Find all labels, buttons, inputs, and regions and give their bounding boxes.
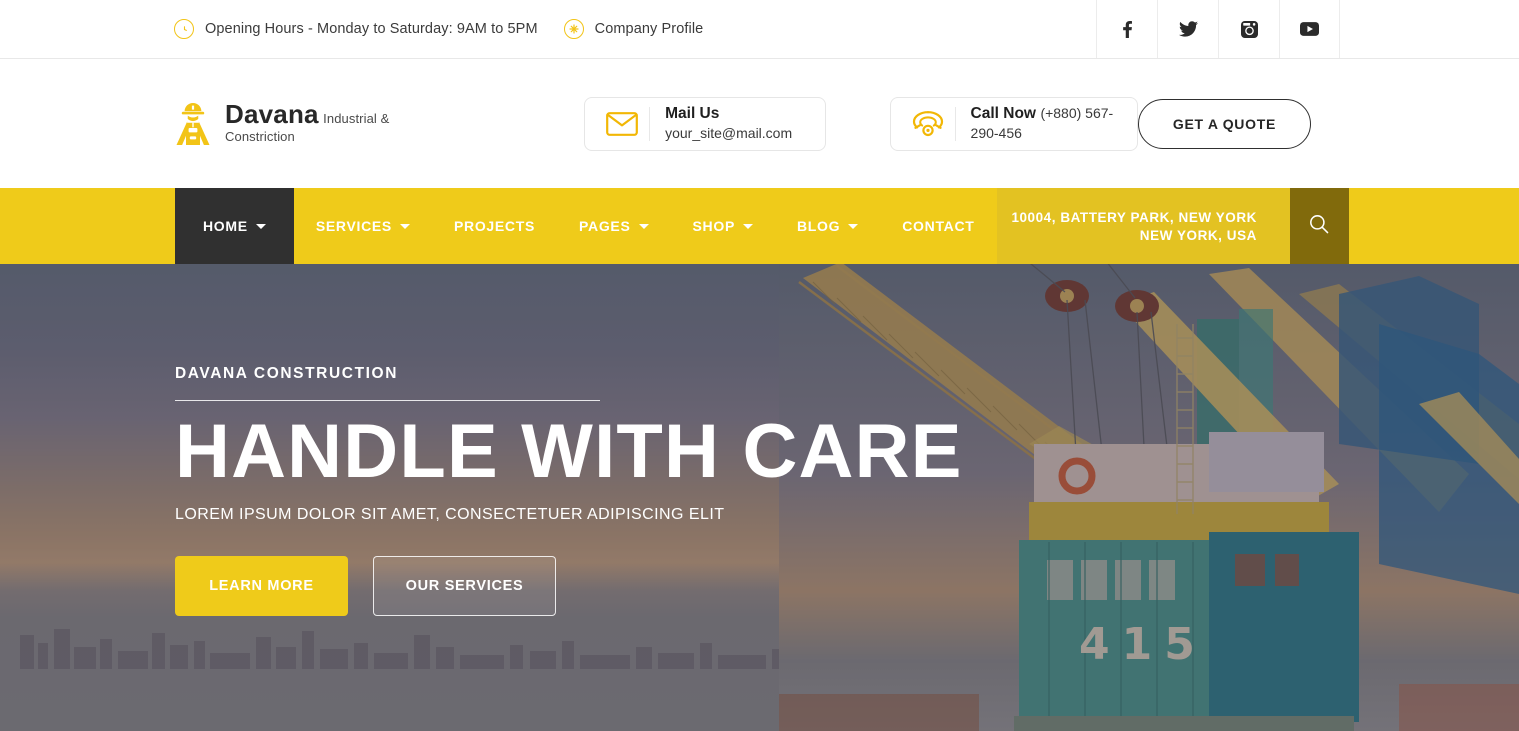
search-icon (1309, 214, 1329, 239)
company-profile-item[interactable]: Company Profile (563, 19, 704, 39)
nav-right-spacer (1348, 188, 1519, 264)
brand-name: Davana (225, 98, 319, 129)
chevron-down-icon (743, 223, 753, 229)
our-services-button[interactable]: OUR SERVICES (373, 555, 556, 616)
nav-item-shop[interactable]: SHOP (671, 188, 775, 264)
nav-label: SERVICES (315, 218, 392, 234)
address-line-1: 10004, BATTERY PARK, NEW YORK (1011, 209, 1257, 225)
top-bar: Opening Hours - Monday to Saturday: 9AM … (0, 0, 1519, 59)
chevron-down-icon (399, 223, 410, 229)
nav-label: CONTACT (902, 218, 975, 234)
clock-icon (174, 19, 194, 39)
nav-item-blog[interactable]: BLOG (775, 188, 880, 264)
get-a-quote-button[interactable]: GET A QUOTE (1137, 98, 1311, 149)
divider (649, 106, 651, 141)
nav-label: PAGES (579, 218, 631, 234)
twitter-icon[interactable] (1157, 0, 1218, 58)
telephone-icon (907, 110, 949, 138)
nav-item-projects[interactable]: PROJECTS (432, 188, 557, 264)
nav-address-block: 10004, BATTERY PARK, NEW YORK NEW YORK, … (996, 188, 1290, 264)
hero-buttons: LEARN MORE OUR SERVICES (175, 555, 963, 616)
top-bar-info: Opening Hours - Monday to Saturday: 9AM … (0, 0, 1096, 58)
hero-kicker: DAVANA CONSTRUCTION (175, 365, 398, 383)
construction-worker-icon (174, 101, 212, 147)
nav-label: HOME (203, 218, 248, 234)
divider (954, 106, 956, 141)
search-button[interactable] (1289, 188, 1349, 264)
header-contact-group: Mail Us your_site@mail.com Call Now (+88… (584, 96, 1138, 151)
chevron-down-icon (255, 223, 266, 229)
nav-item-home[interactable]: HOME (175, 188, 294, 264)
nav-item-services[interactable]: SERVICES (294, 188, 432, 264)
hero-title: HANDLE WITH CARE (175, 409, 963, 495)
facebook-icon[interactable] (1096, 0, 1157, 58)
nav-label: PROJECTS (453, 218, 536, 234)
nav-item-contact[interactable]: CONTACT (880, 188, 996, 264)
social-links (1096, 0, 1340, 58)
company-profile-text: Company Profile (594, 21, 704, 37)
nav-left-spacer (0, 188, 175, 264)
hero-divider (175, 400, 600, 402)
nav-items: HOME SERVICES PROJECTS PAGES SHOP BLOG C… (175, 188, 997, 264)
nav-item-pages[interactable]: PAGES (557, 188, 670, 264)
chevron-down-icon (848, 223, 859, 229)
youtube-icon[interactable] (1279, 0, 1340, 58)
site-logo[interactable]: Davana Industrial & Constriction (174, 98, 419, 147)
opening-hours-item: Opening Hours - Monday to Saturday: 9AM … (174, 19, 538, 39)
address-line-2: NEW YORK, USA (1139, 227, 1257, 243)
call-now-box[interactable]: Call Now (+880) 567-290-456 (889, 96, 1138, 151)
nav-label: BLOG (797, 218, 841, 234)
main-navigation: HOME SERVICES PROJECTS PAGES SHOP BLOG C… (0, 188, 1519, 264)
plus-circle-icon (563, 19, 584, 39)
learn-more-button[interactable]: LEARN MORE (175, 555, 348, 616)
hero-banner: 415 DAVANA CONSTRUCTION HANDLE WITH CARE… (0, 264, 1519, 731)
mail-us-title: Mail Us (665, 105, 720, 123)
envelope-icon (601, 111, 643, 136)
hero-content: DAVANA CONSTRUCTION HANDLE WITH CARE LOR… (175, 264, 963, 731)
mail-us-box[interactable]: Mail Us your_site@mail.com (584, 96, 826, 151)
nav-label: SHOP (692, 218, 735, 234)
hero-subtitle: LOREM IPSUM DOLOR SIT AMET, CONSECTETUER… (175, 505, 725, 523)
call-now-title: Call Now (970, 105, 1036, 123)
chevron-down-icon (638, 223, 649, 229)
opening-hours-text: Opening Hours - Monday to Saturday: 9AM … (205, 21, 538, 37)
site-header: Davana Industrial & Constriction Mail Us… (0, 59, 1519, 188)
top-bar-spacer (1340, 0, 1519, 58)
instagram-icon[interactable] (1218, 0, 1279, 58)
mail-us-value: your_site@mail.com (665, 124, 793, 141)
